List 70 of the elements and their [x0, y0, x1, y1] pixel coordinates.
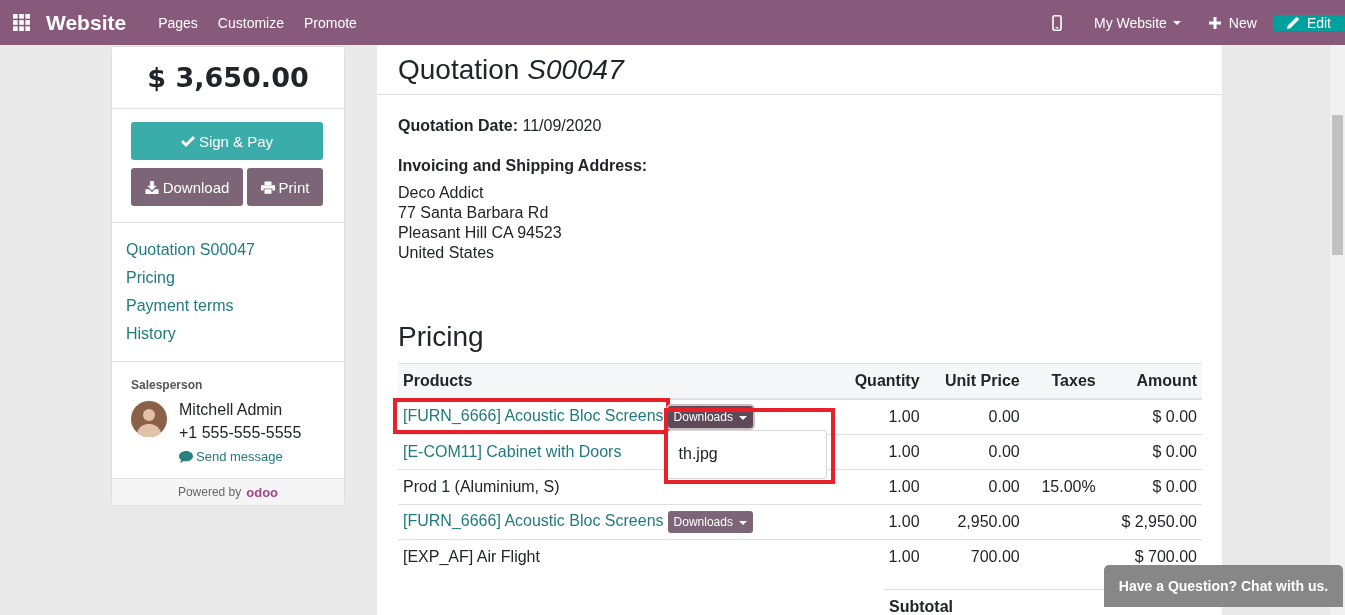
address-line: Pleasant Hill CA 94523: [398, 223, 563, 243]
table-cell: $ 700.00: [1134, 548, 1197, 565]
quotation-date: Quotation Date: 11/09/2020: [398, 117, 603, 135]
table-cell: 15.00%: [1041, 478, 1096, 495]
product-link[interactable]: [FURN_6666] Acoustic Bloc Screens: [403, 512, 664, 529]
table-cell: 1.00: [888, 443, 920, 460]
section-link[interactable]: Payment terms: [126, 292, 330, 320]
edit-button[interactable]: Edit: [1272, 14, 1345, 31]
table-cell: $ 0.00: [1152, 408, 1197, 425]
salesperson-name: Mitchell Admin: [179, 400, 284, 420]
nav-menu-item[interactable]: Pages: [148, 14, 208, 31]
printer-icon: [260, 180, 275, 194]
phone-icon: [1052, 14, 1062, 31]
column-header: Quantity: [836, 363, 925, 399]
scrollbar[interactable]: [1330, 45, 1345, 615]
column-header: Products: [398, 363, 836, 399]
new-button[interactable]: New: [1198, 14, 1267, 31]
sign-pay-button[interactable]: Sign & Pay: [131, 122, 323, 160]
table-cell: $ 0.00: [1152, 478, 1197, 495]
table-cell: $ 2,950.00: [1121, 513, 1197, 530]
downloads-dropdown-button[interactable]: Downloads: [667, 511, 753, 533]
total-amount: $ 3,650.00: [147, 62, 309, 93]
table-cell: 1.00: [888, 513, 920, 530]
avatar-icon: [131, 401, 167, 437]
table-cell: 1.00: [888, 548, 920, 565]
salesperson-label: Salesperson: [131, 378, 204, 392]
table-cell: 1.00: [888, 408, 920, 425]
table-cell: 0.00: [988, 443, 1020, 460]
product-name: [EXP_AF] Air Flight: [403, 548, 540, 565]
download-icon: [144, 180, 159, 194]
address-line: 77 Santa Barbara Rd: [398, 203, 550, 223]
address-line: Deco Addict: [398, 183, 485, 203]
pricing-heading: Pricing: [398, 321, 485, 353]
powered-by-text: Powered by: [177, 485, 242, 499]
subtotal-label: Subtotal: [889, 598, 953, 615]
phone-number: +1 555-555-5555: [179, 423, 302, 443]
scrollbar-thumb[interactable]: [1332, 115, 1343, 255]
address-line: United States: [398, 243, 496, 263]
column-header: Amount: [1100, 363, 1202, 399]
nav-menu-item[interactable]: Promote: [294, 14, 367, 31]
table-cell: 700.00: [970, 548, 1020, 565]
column-header: Taxes: [1024, 363, 1101, 399]
column-header: Unit Price: [924, 363, 1025, 399]
table-cell: 0.00: [988, 408, 1020, 425]
section-link[interactable]: Quotation S00047: [126, 236, 330, 264]
download-button[interactable]: Download: [131, 168, 243, 206]
product-link[interactable]: [E-COM11] Cabinet with Doors: [403, 443, 622, 460]
app-title: Website: [46, 10, 127, 35]
website-dropdown[interactable]: My Website: [1084, 14, 1199, 31]
product-name: Prod 1 (Aluminium, S): [403, 478, 560, 495]
quotation-title: Quotation S00047: [398, 53, 624, 86]
odoo-logo[interactable]: odoo: [246, 484, 279, 500]
table-cell: 1.00: [888, 478, 920, 495]
plus-icon: [1208, 16, 1221, 29]
nav-menu-item[interactable]: Customize: [207, 14, 294, 31]
print-button[interactable]: Print: [247, 168, 323, 206]
download-file-item[interactable]: th.jpg: [667, 431, 826, 477]
chat-bubble-icon: [179, 450, 193, 463]
live-chat-button[interactable]: Have a Question? Chat with us.: [1104, 565, 1343, 607]
check-icon: [180, 134, 195, 148]
apps-grid-icon: [13, 14, 30, 31]
section-link[interactable]: Pricing: [126, 264, 330, 292]
address-heading: Invoicing and Shipping Address:: [398, 157, 649, 175]
product-link[interactable]: [FURN_6666] Acoustic Bloc Screens: [403, 407, 664, 424]
pencil-icon: [1286, 16, 1299, 29]
table-cell: 0.00: [988, 478, 1020, 495]
send-message-link[interactable]: Send message: [179, 449, 302, 464]
section-link[interactable]: History: [126, 320, 330, 348]
table-cell: 2,950.00: [957, 513, 1020, 530]
table-cell: $ 0.00: [1152, 443, 1197, 460]
